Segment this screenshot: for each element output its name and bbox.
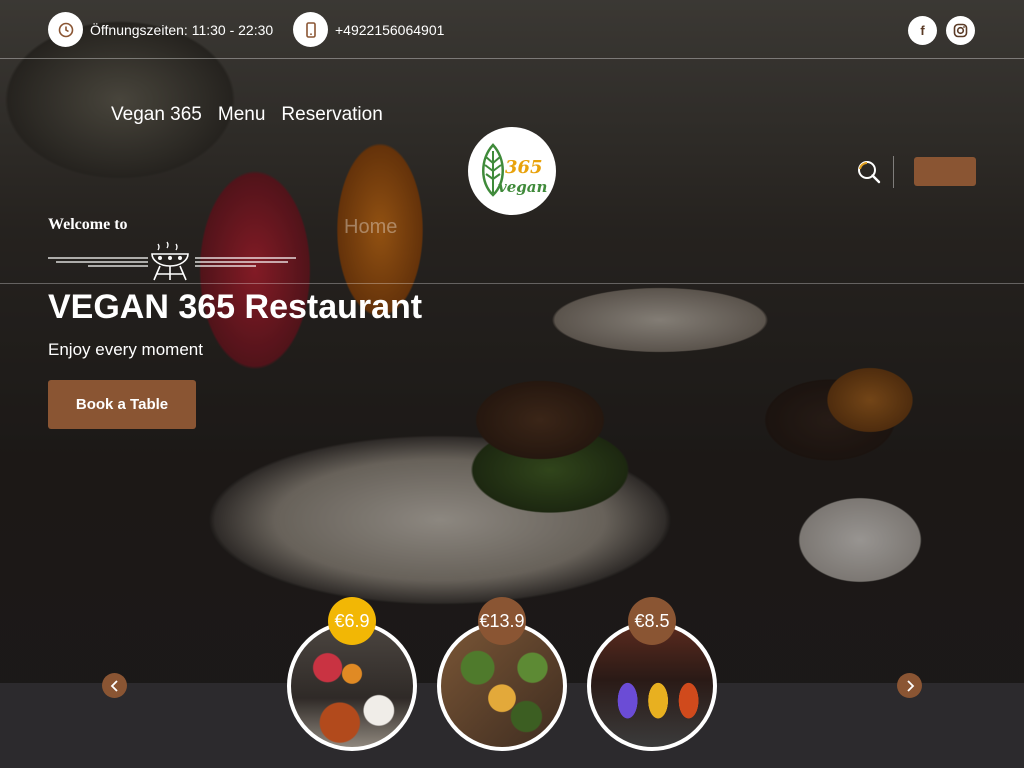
book-a-table-button[interactable]: Book a Table: [48, 380, 196, 429]
header-action-button[interactable]: [914, 157, 976, 186]
dish-card-3[interactable]: €8.5: [587, 597, 717, 753]
phone-contact[interactable]: +4922156064901: [293, 12, 444, 47]
hero-subtitle: Enjoy every moment: [48, 340, 203, 359]
welcome-text: Welcome to: [48, 216, 128, 233]
clock-icon: [48, 12, 83, 47]
vegan-365-logo[interactable]: 365 vegan: [468, 127, 556, 215]
dish-card-1[interactable]: €6.9: [287, 597, 417, 753]
carousel-next-button[interactable]: [897, 673, 922, 698]
nav-item-vegan-365[interactable]: Vegan 365: [111, 104, 202, 126]
hero-divider: [0, 283, 1024, 284]
logo-number: 365: [505, 157, 543, 178]
nav-divider: [893, 156, 894, 188]
nav-item-reservation[interactable]: Reservation: [281, 104, 382, 126]
logo-word: vegan: [498, 178, 548, 196]
price-badge: €13.9: [478, 597, 526, 645]
chevron-left-icon: [110, 679, 118, 692]
nav-item-menu[interactable]: Menu: [218, 104, 266, 126]
grill-icon: [48, 241, 296, 281]
opening-hours-text: Öffnungszeiten: 11:30 - 22:30: [90, 21, 274, 38]
carousel-prev-button[interactable]: [102, 673, 127, 698]
top-info-bar: Öffnungszeiten: 11:30 - 22:30 +492215606…: [0, 0, 1024, 59]
opening-hours: Öffnungszeiten: 11:30 - 22:30: [48, 12, 273, 47]
breadcrumb-home[interactable]: Home: [344, 216, 397, 239]
search-icon[interactable]: [856, 159, 882, 185]
main-navigation: Vegan 365 Menu Reservation: [111, 104, 383, 126]
dish-card-2[interactable]: €13.9: [437, 597, 567, 753]
chevron-right-icon: [906, 679, 914, 692]
instagram-icon[interactable]: [946, 16, 975, 45]
hero-title: VEGAN 365 Restaurant: [48, 288, 423, 326]
phone-icon: [293, 12, 328, 47]
price-badge: €8.5: [628, 597, 676, 645]
price-badge: €6.9: [328, 597, 376, 645]
phone-number[interactable]: +4922156064901: [335, 22, 444, 38]
facebook-icon[interactable]: f: [908, 16, 937, 45]
